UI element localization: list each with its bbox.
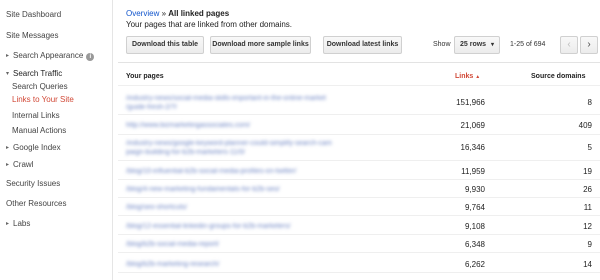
source-domains-count: 19 <box>583 167 592 176</box>
next-page-button[interactable]: › <box>580 36 598 54</box>
breadcrumb-separator: » <box>159 9 169 18</box>
links-count: 16,346 <box>460 143 485 152</box>
sidebar-item-label: Links to Your Site <box>12 95 74 104</box>
sidebar-item-security-issues[interactable]: Security Issues <box>6 179 60 189</box>
links-count: 6,262 <box>464 260 485 269</box>
source-domains-count: 409 <box>578 121 592 130</box>
source-domains-count: 26 <box>583 185 592 194</box>
page-title: All linked pages <box>168 9 230 18</box>
previous-page-button[interactable]: ‹ <box>560 36 578 54</box>
chevron-right-icon: › <box>587 39 591 50</box>
sidebar-item-label: Site Dashboard <box>6 10 62 19</box>
links-count: 9,930 <box>464 185 485 194</box>
sidebar-item-search-appearance[interactable]: ▸ Search Appearance i <box>6 51 95 61</box>
source-domains-count: 14 <box>583 260 592 269</box>
column-header-source-domains: Source domains <box>531 73 586 80</box>
column-header-pages: Your pages <box>126 73 164 80</box>
sidebar-item-search-traffic[interactable]: ▾ Search Traffic <box>6 69 62 79</box>
row-divider <box>118 160 600 161</box>
source-domains-count: 8 <box>587 98 592 107</box>
links-count: 6,348 <box>464 240 485 249</box>
divider <box>118 62 600 63</box>
sidebar-item-label: Internal Links <box>12 111 60 120</box>
source-domains-count: 5 <box>587 143 592 152</box>
row-divider <box>118 215 600 216</box>
source-domains-count: 11 <box>583 203 592 212</box>
links-count: 11,959 <box>461 167 485 176</box>
page-link[interactable]: http://www.bizmarketingassociates.com/ <box>126 121 250 130</box>
chevron-down-icon: ▾ <box>490 42 494 48</box>
sidebar-item-label: Search Appearance <box>13 51 84 60</box>
sidebar-item-other-resources[interactable]: Other Resources <box>6 199 66 209</box>
table-header-divider <box>118 85 600 86</box>
sidebar-item-links-to-your-site[interactable]: Links to Your Site <box>12 95 74 105</box>
page-link[interactable]: /industry-news/google-keyword-planner-co… <box>126 139 332 148</box>
row-divider <box>118 234 600 235</box>
sidebar-item-label: Site Messages <box>6 31 59 40</box>
page-link[interactable]: /blog/seo-shortcuts/ <box>126 203 187 212</box>
sidebar-item-label: Other Resources <box>6 199 67 208</box>
sort-ascending-icon: ▲ <box>475 74 481 80</box>
sidebar-item-google-index[interactable]: ▸ Google Index <box>6 143 61 153</box>
page-link[interactable]: /blog/12-essential-linkedin-groups-for-b… <box>126 222 291 231</box>
download-latest-links-button[interactable]: Download latest links <box>323 36 402 54</box>
page-link[interactable]: /industry-news/social-media-skills-impor… <box>126 94 326 103</box>
links-count: 151,966 <box>456 98 485 107</box>
sidebar-item-label: Google Index <box>13 143 61 152</box>
pagination-range: 1-25 of 694 <box>510 41 546 48</box>
page-subtitle: Your pages that are linked from other do… <box>126 20 293 29</box>
chevron-down-icon: ▾ <box>6 71 10 77</box>
page-link-continued[interactable]: paign-building-for-b2b-marketers-11/0/ <box>126 148 245 157</box>
sidebar-item-manual-actions[interactable]: Manual Actions <box>12 126 66 136</box>
sidebar-item-label: Manual Actions <box>12 126 67 135</box>
sidebar-item-crawl[interactable]: ▸ Crawl <box>6 160 33 170</box>
row-divider <box>118 134 600 135</box>
sidebar-item-label: Crawl <box>13 160 34 169</box>
column-header-links[interactable]: Links ▲ <box>455 73 480 80</box>
page-link-continued[interactable]: /guide-fresh-2/?/ <box>126 103 177 112</box>
row-divider <box>118 114 600 115</box>
row-divider <box>118 179 600 180</box>
row-divider <box>118 197 600 198</box>
sidebar-item-label: Search Traffic <box>13 69 63 78</box>
chevron-right-icon: ▸ <box>6 162 10 168</box>
links-count: 21,069 <box>460 121 485 130</box>
sidebar: Site Dashboard Site Messages ▸ Search App… <box>0 0 113 280</box>
download-table-button[interactable]: Download this table <box>126 36 204 54</box>
show-label: Show <box>433 41 451 48</box>
chevron-right-icon: ▸ <box>6 53 10 59</box>
sidebar-item-search-queries[interactable]: Search Queries <box>12 82 68 92</box>
breadcrumb: Overview » All linked pages <box>126 9 229 18</box>
breadcrumb-overview-link[interactable]: Overview <box>126 9 159 18</box>
chevron-left-icon: ‹ <box>567 39 571 50</box>
sidebar-item-label: Security Issues <box>6 179 61 188</box>
page-link[interactable]: /blog/4-new-marketing-fundamentals-for-b… <box>126 185 280 194</box>
rows-per-page-select[interactable]: 25 rows ▾ <box>454 36 500 54</box>
page-link[interactable]: /blog/10-influential-b2b-social-media-pr… <box>126 167 296 176</box>
links-count: 9,108 <box>464 222 485 231</box>
info-icon[interactable]: i <box>86 53 95 61</box>
column-header-links-label: Links <box>455 73 474 80</box>
links-count: 9,764 <box>464 203 485 212</box>
sidebar-item-labs[interactable]: ▸ Labs <box>6 219 30 229</box>
sidebar-item-internal-links[interactable]: Internal Links <box>12 111 60 121</box>
sidebar-item-site-dashboard[interactable]: Site Dashboard <box>6 10 61 20</box>
download-sample-links-button[interactable]: Download more sample links <box>210 36 311 54</box>
sidebar-item-label: Search Queries <box>12 82 68 91</box>
source-domains-count: 12 <box>583 222 592 231</box>
row-divider <box>118 252 600 253</box>
source-domains-count: 9 <box>587 240 592 249</box>
chevron-right-icon: ▸ <box>6 145 10 151</box>
page-link[interactable]: /blog/b2b-social-media-report/ <box>126 240 219 249</box>
sidebar-item-label: Labs <box>13 219 31 228</box>
rows-select-value: 25 rows <box>460 41 487 48</box>
row-divider <box>118 272 600 273</box>
sidebar-item-site-messages[interactable]: Site Messages <box>6 31 58 41</box>
page-link[interactable]: /blog/b2b-marketing-research/ <box>126 260 219 269</box>
chevron-right-icon: ▸ <box>6 221 10 227</box>
